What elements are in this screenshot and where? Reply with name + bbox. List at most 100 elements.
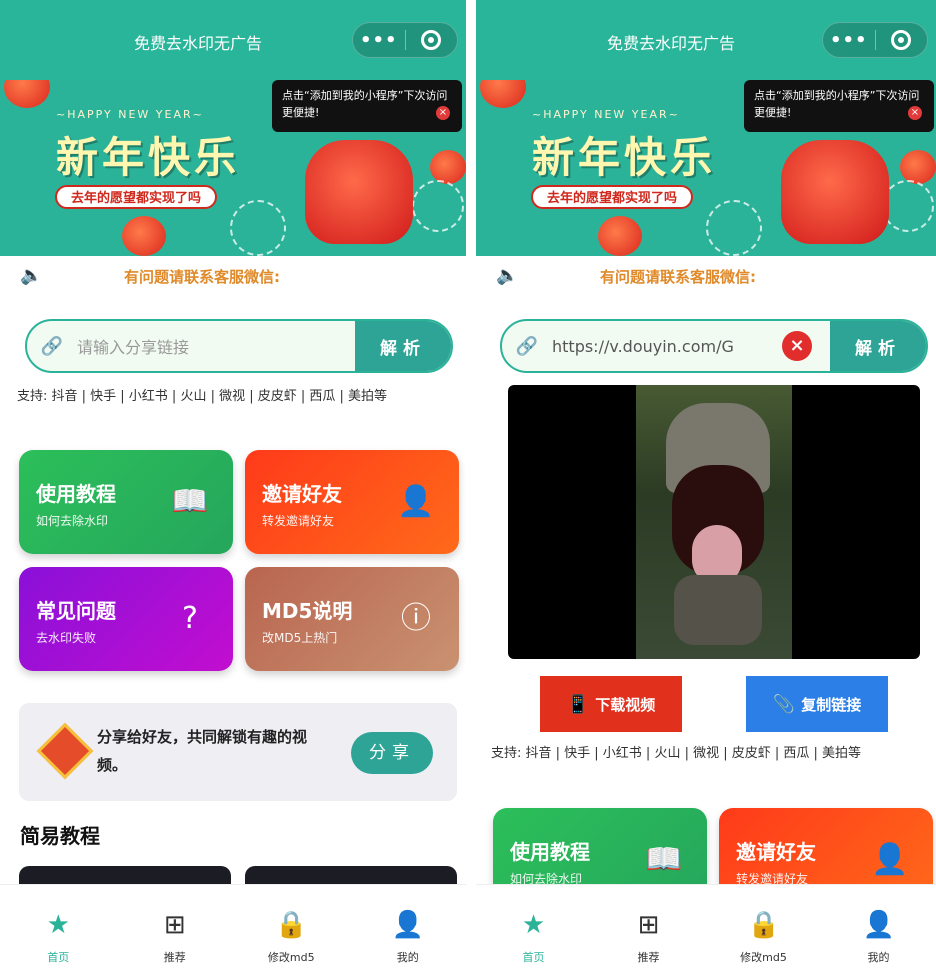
tab-modify-md5[interactable]: 🔒 修改md5 xyxy=(706,885,821,976)
happy-new-year-text: ~HAPPY NEW YEAR~ xyxy=(532,108,680,121)
download-video-button[interactable]: 📱 下载视频 xyxy=(540,676,682,732)
bottom-tab-bar: ★ 首页 ⊞ 推荐 🔒 修改md5 👤 我的 xyxy=(476,884,936,976)
add-to-my-mini-programs-tip: 点击“添加到我的小程序”下次访问更便捷! × xyxy=(272,80,462,132)
grid-icon: ⊞ xyxy=(163,910,186,940)
card-title: 邀请好友 xyxy=(736,840,816,864)
copy-link-button[interactable]: 📎 复制链接 xyxy=(746,676,888,732)
banner-wish: 去年的愿望都实现了吗 xyxy=(531,185,694,209)
phone-icon: 📱 xyxy=(566,693,590,715)
user-icon: 👤 xyxy=(862,910,895,940)
video-player[interactable] xyxy=(508,385,920,659)
tooltip-text: 点击“添加到我的小程序”下次访问更便捷! xyxy=(282,89,448,119)
bottom-tab-bar: ★ 首页 ⊞ 推荐 🔒 修改md5 👤 我的 xyxy=(0,884,466,976)
book-icon: 📖 xyxy=(171,484,209,519)
card-title: 邀请好友 xyxy=(262,482,342,506)
lock-icon: 🔒 xyxy=(275,910,308,940)
book-icon: 📖 xyxy=(645,842,683,877)
gift-icon xyxy=(36,722,94,780)
target-icon xyxy=(891,30,912,50)
card-title: 使用教程 xyxy=(36,482,116,506)
tab-label: 我的 xyxy=(396,951,419,964)
banner-headline: 新年快乐 xyxy=(532,133,717,182)
speaker-icon: 🔈 xyxy=(20,265,43,286)
star-icon: ★ xyxy=(46,910,70,940)
question-doc-icon: ? xyxy=(182,601,198,636)
tab-label: 首页 xyxy=(522,951,545,964)
share-link-input[interactable]: https://v.douyin.com/G xyxy=(552,337,782,356)
link-icon: 🔗 xyxy=(40,335,64,357)
tab-mine[interactable]: 👤 我的 xyxy=(821,885,936,976)
phone-screen-right: ~HAPPY NEW YEAR~ 新年快乐 去年的愿望都实现了吗 免费去水印无广… xyxy=(476,0,936,976)
mini-program-capsule: ••• xyxy=(352,22,458,58)
mini-program-capsule: ••• xyxy=(822,22,928,58)
tab-modify-md5[interactable]: 🔒 修改md5 xyxy=(233,885,350,976)
tab-label: 我的 xyxy=(867,951,890,964)
tab-label: 首页 xyxy=(47,951,70,964)
parse-button[interactable]: 解析 xyxy=(355,321,451,371)
target-icon xyxy=(421,30,442,50)
link-icon: 🔗 xyxy=(515,335,539,357)
star-icon: ★ xyxy=(521,910,546,940)
share-description: 分享给好友，共同解锁有趣的视频。 xyxy=(97,728,308,774)
banner-wish: 去年的愿望都实现了吗 xyxy=(55,185,218,209)
sky-lantern-icon xyxy=(781,140,889,244)
top-navigation-bar: 免费去水印无广告 ••• xyxy=(0,0,466,80)
tab-recommend[interactable]: ⊞ 推荐 xyxy=(117,885,234,976)
tooltip-close-icon[interactable]: × xyxy=(908,106,922,120)
notice-text: 有问题请联系客服微信: xyxy=(600,267,756,286)
grid-icon: ⊞ xyxy=(637,910,660,940)
video-frame xyxy=(636,385,792,659)
close-program-button[interactable] xyxy=(405,30,457,50)
supported-platforms: 支持: 抖音 | 快手 | 小红书 | 火山 | 微视 | 皮皮虾 | 西瓜 |… xyxy=(17,389,388,404)
card-title: MD5说明 xyxy=(262,599,353,623)
tooltip-close-icon[interactable]: × xyxy=(436,106,450,120)
parse-button[interactable]: 解析 xyxy=(830,321,926,371)
share-link-input-bar: 🔗 https://v.douyin.com/G × 解析 xyxy=(500,319,928,373)
md5-info-card[interactable]: MD5说明 改MD5上热门 ⓘ xyxy=(245,567,459,671)
banner-headline: 新年快乐 xyxy=(56,133,241,182)
close-program-button[interactable] xyxy=(875,30,927,50)
tooltip-text: 点击“添加到我的小程序”下次访问更便捷! xyxy=(754,89,920,119)
firework-icon xyxy=(412,180,464,232)
more-menu-button[interactable]: ••• xyxy=(823,30,875,51)
tab-mine[interactable]: 👤 我的 xyxy=(350,885,467,976)
card-subtitle: 去水印失败 xyxy=(36,631,97,645)
share-link-input[interactable]: 请输入分享链接 xyxy=(77,334,355,358)
lantern-icon xyxy=(430,150,466,184)
section-title: 简易教程 xyxy=(20,824,100,848)
lantern-icon xyxy=(900,150,936,184)
lock-icon: 🔒 xyxy=(747,910,780,940)
clear-input-button[interactable]: × xyxy=(782,331,812,361)
add-user-icon: 👤 xyxy=(871,842,909,877)
card-title: 常见问题 xyxy=(36,599,116,623)
lantern-icon xyxy=(122,216,166,256)
download-label: 下载视频 xyxy=(595,695,656,714)
notice-text: 有问题请联系客服微信: xyxy=(124,267,280,286)
copy-label: 复制链接 xyxy=(801,695,862,714)
card-title: 使用教程 xyxy=(510,840,590,864)
tab-home[interactable]: ★ 首页 xyxy=(476,885,591,976)
notice-bar: 🔈 有问题请联系客服微信: xyxy=(20,262,466,290)
tutorial-card[interactable]: 使用教程 如何去除水印 📖 xyxy=(19,450,233,554)
notice-bar: 🔈 有问题请联系客服微信: xyxy=(496,262,936,290)
card-subtitle: 改MD5上热门 xyxy=(262,631,338,645)
sky-lantern-icon xyxy=(305,140,413,244)
supported-platforms: 支持: 抖音 | 快手 | 小红书 | 火山 | 微视 | 皮皮虾 | 西瓜 |… xyxy=(491,746,862,761)
faq-card[interactable]: 常见问题 去水印失败 ? xyxy=(19,567,233,671)
tab-recommend[interactable]: ⊞ 推荐 xyxy=(591,885,706,976)
card-subtitle: 转发邀请好友 xyxy=(262,514,335,528)
invite-friends-card[interactable]: 邀请好友 转发邀请好友 👤 xyxy=(245,450,459,554)
more-menu-button[interactable]: ••• xyxy=(353,30,405,51)
share-box: 分享给好友，共同解锁有趣的视频。 分享 xyxy=(19,703,457,801)
firework-icon xyxy=(882,180,934,232)
tab-home[interactable]: ★ 首页 xyxy=(0,885,117,976)
share-button[interactable]: 分享 xyxy=(351,732,433,774)
dinosaur-jaw xyxy=(674,575,762,645)
share-link-input-bar: 🔗 请输入分享链接 解析 xyxy=(25,319,453,373)
speaker-icon: 🔈 xyxy=(496,265,519,286)
card-subtitle: 如何去除水印 xyxy=(36,514,109,528)
firework-icon xyxy=(230,200,286,256)
tab-label: 修改md5 xyxy=(267,951,315,964)
user-icon: 👤 xyxy=(391,910,425,940)
tab-label: 推荐 xyxy=(163,951,186,964)
